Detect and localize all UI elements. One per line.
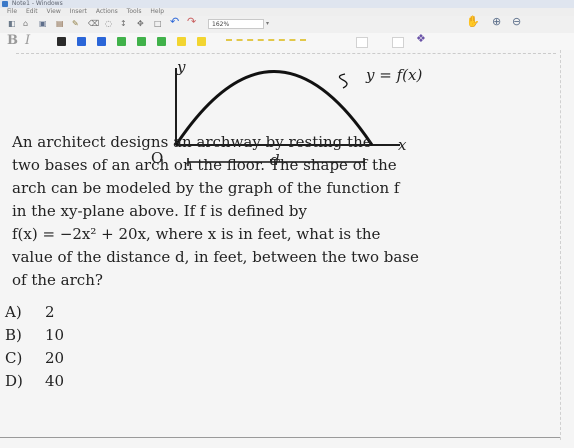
pen-color-swatch-5[interactable] bbox=[137, 37, 146, 46]
toolbar-format: B I ❖ bbox=[0, 33, 574, 51]
choice-a-letter: A) bbox=[5, 303, 22, 321]
menu-actions[interactable]: Actions bbox=[96, 8, 118, 15]
zoom-out-icon[interactable]: ⊖ bbox=[512, 16, 521, 27]
pen-color-swatch-7[interactable] bbox=[177, 37, 186, 46]
save-icon[interactable]: ▣ bbox=[39, 19, 47, 29]
pen-color-swatch-6[interactable] bbox=[157, 37, 166, 46]
menu-file[interactable]: File bbox=[7, 8, 17, 15]
pan-icon[interactable]: ✥ bbox=[137, 19, 144, 29]
pen-color-swatch-2[interactable] bbox=[77, 37, 86, 46]
problem-line-3: arch can be modeled by the graph of the … bbox=[12, 179, 400, 197]
bold-button[interactable]: B bbox=[7, 33, 18, 48]
lasso-icon[interactable]: ◌ bbox=[105, 19, 112, 29]
new-page-icon[interactable]: ◧ bbox=[8, 19, 16, 29]
menu-view[interactable]: View bbox=[47, 8, 61, 15]
eraser-icon[interactable]: ⌫ bbox=[88, 19, 99, 29]
menu-insert[interactable]: Insert bbox=[70, 8, 87, 15]
print-icon[interactable]: ▤ bbox=[56, 19, 64, 29]
problem-line-5: f(x) = −2x² + 20x, where x is in feet, w… bbox=[12, 225, 381, 243]
pen-color-swatch-3[interactable] bbox=[97, 37, 106, 46]
insert-space-icon[interactable]: ↕ bbox=[120, 19, 127, 29]
choice-d-letter: D) bbox=[5, 372, 23, 390]
page-view-icon[interactable]: □ bbox=[154, 19, 162, 29]
zoom-level[interactable]: 162% bbox=[208, 19, 264, 29]
open-folder-icon[interactable]: ⌂ bbox=[23, 19, 28, 29]
choice-c-value: 20 bbox=[45, 349, 65, 367]
problem-line-2: two bases of an arch on the floor. The s… bbox=[12, 156, 397, 174]
undo-icon[interactable]: ↶ bbox=[170, 16, 179, 27]
problem-text: An architect designs an archway by resti… bbox=[12, 131, 560, 292]
function-label: y = f(x) bbox=[365, 66, 422, 84]
choice-b[interactable]: B) 10 bbox=[5, 324, 305, 347]
menu-bar: File Edit View Insert Actions Tools Help bbox=[0, 8, 574, 16]
problem-line-1: An architect designs an archway by resti… bbox=[12, 133, 372, 151]
page-guide-top bbox=[16, 53, 556, 54]
title-bar: Note1 - Windows bbox=[0, 0, 574, 8]
pen-style-box[interactable] bbox=[392, 37, 404, 48]
ink-to-text-icon[interactable]: ❖ bbox=[416, 33, 426, 44]
problem-line-4: in the xy-plane above. If f is defined b… bbox=[12, 202, 307, 220]
zoom-in-icon[interactable]: ⊕ bbox=[492, 16, 501, 27]
hand-icon[interactable]: ✋ bbox=[466, 16, 480, 27]
toolbar-main: ◧ ⌂ ▣ ▤ ✎ ⌫ ◌ ↕ ✥ □ ↶ ↷ 162% ▾ ✋ ⊕ ⊖ bbox=[0, 16, 574, 34]
menu-help[interactable]: Help bbox=[150, 8, 164, 15]
pen-color-swatch-4[interactable] bbox=[117, 37, 126, 46]
redo-icon[interactable]: ↷ bbox=[187, 16, 196, 27]
choice-b-letter: B) bbox=[5, 326, 22, 344]
pen-icon[interactable]: ✎ bbox=[72, 19, 79, 29]
menu-edit[interactable]: Edit bbox=[26, 8, 38, 15]
highlighter-dash-line[interactable] bbox=[226, 39, 306, 43]
pen-color-swatch-1[interactable] bbox=[57, 37, 66, 46]
problem-line-6: value of the distance d, in feet, betwee… bbox=[12, 248, 419, 266]
answer-choices: A) 2 B) 10 C) 20 D) 40 bbox=[5, 301, 305, 393]
bottom-rule bbox=[0, 437, 560, 438]
window-title: Note1 - Windows bbox=[11, 0, 63, 7]
page-guide-right bbox=[560, 50, 561, 440]
curve-label-leader bbox=[338, 73, 348, 89]
app-icon bbox=[2, 1, 8, 7]
note-window: Note1 - Windows File Edit View Insert Ac… bbox=[0, 0, 574, 448]
choice-a[interactable]: A) 2 bbox=[5, 301, 305, 324]
italic-button[interactable]: I bbox=[25, 33, 30, 48]
choice-d-value: 40 bbox=[45, 372, 65, 390]
choice-a-value: 2 bbox=[45, 303, 55, 321]
pen-size-box[interactable] bbox=[356, 37, 368, 48]
choice-c-letter: C) bbox=[5, 349, 23, 367]
y-axis-label: y bbox=[176, 58, 186, 76]
menu-tools[interactable]: Tools bbox=[127, 8, 142, 15]
problem-line-7: of the arch? bbox=[12, 271, 103, 289]
zoom-dropdown-chevron-icon[interactable]: ▾ bbox=[266, 19, 269, 29]
pen-color-swatch-8[interactable] bbox=[197, 37, 206, 46]
choice-d[interactable]: D) 40 bbox=[5, 370, 305, 393]
choice-c[interactable]: C) 20 bbox=[5, 347, 305, 370]
choice-b-value: 10 bbox=[45, 326, 65, 344]
